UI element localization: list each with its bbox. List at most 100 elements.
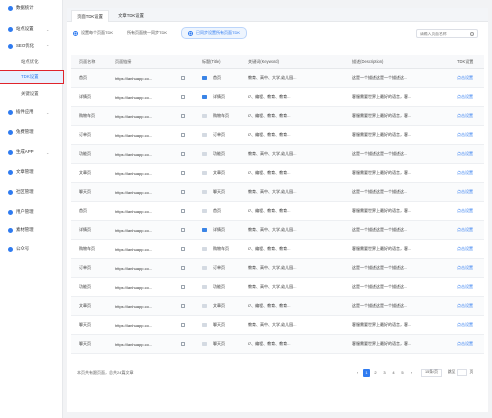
tdk-settings-link[interactable]: 点击设置 (457, 145, 483, 163)
image-icon (202, 113, 207, 119)
tdk-settings-link[interactable]: 点击设置 (457, 278, 483, 296)
sidebar-item-seo[interactable]: SEO优化 ⌃ (0, 40, 63, 52)
cell-title: 购物车页 (202, 107, 242, 125)
tdk-settings-link[interactable]: 点击设置 (457, 240, 483, 258)
cell-title-text: 功能页 (213, 284, 225, 289)
copy-icon (181, 342, 185, 346)
sidebar-item-keyword-settings[interactable]: 关键设置 (0, 88, 63, 100)
tdk-settings-link[interactable]: 点击设置 (457, 69, 483, 87)
table-row: 聊天页 https://lanhuapp.co... 聊天页 教育、高中、大学,幼儿园… (71, 183, 484, 202)
sidebar-item-users[interactable]: 用户管理 (0, 206, 63, 218)
page-button-5[interactable]: 5 (399, 369, 406, 377)
copy-link-button[interactable] (181, 297, 189, 315)
sidebar-item-articles[interactable]: 文章管理 (0, 166, 63, 178)
copy-link-button[interactable] (181, 107, 189, 125)
sidebar-item-community[interactable]: 社区管理 (0, 186, 63, 198)
sidebar-item-site-optimize[interactable]: 站点优化 (0, 56, 63, 68)
copy-icon (181, 323, 185, 327)
option-per-page[interactable]: 设置每个页面TDK (73, 30, 113, 36)
cell-keywords: l7、编程、教育、教育... (248, 132, 291, 137)
tdk-settings-link[interactable]: 点击设置 (457, 202, 483, 220)
tdk-settings-link[interactable]: 点击设置 (457, 107, 483, 125)
cell-description: 这是一个描述这是一个描述这... (352, 189, 408, 194)
tdk-settings-link[interactable]: 点击设置 (457, 297, 483, 315)
cell-description: 客服需要世界上最好的语言，客... (352, 208, 412, 213)
page-button-4[interactable]: 4 (390, 369, 397, 377)
sidebar-item-label: SEO优化 (16, 43, 35, 48)
sidebar-item-materials[interactable]: 素材管理 (0, 224, 63, 236)
cell-title-text: 聊天页 (213, 189, 225, 194)
copy-icon (181, 76, 185, 80)
cell-page-link[interactable]: https://lanhuapp.co... (115, 335, 177, 353)
option-synced-all[interactable]: 已同步设置所有页面TDK (181, 27, 247, 39)
page-size-select[interactable]: 15条/页 (421, 368, 442, 377)
app-icon (8, 149, 13, 155)
cell-page-link[interactable]: https://lanhuapp.co... (115, 183, 177, 201)
sidebar-item-label: 关键设置 (21, 91, 39, 96)
cell-keywords: l7、编程、教育、教育... (248, 208, 291, 213)
cell-description: 这是一个描述这是一个描述这... (352, 303, 408, 308)
sidebar-item-official-account[interactable]: 公众号 (0, 243, 63, 255)
cell-page-link[interactable]: https://lanhuapp.co... (115, 88, 177, 106)
page-button-2[interactable]: 2 (372, 369, 379, 377)
sidebar-item-site-settings[interactable]: 站点设置 ⌄ (0, 23, 63, 35)
cell-title-text: 购物车页 (213, 113, 229, 118)
copy-link-button[interactable] (181, 335, 189, 353)
tdk-settings-link[interactable]: 点击设置 (457, 316, 483, 334)
search-icon[interactable] (470, 31, 474, 36)
tdk-settings-link[interactable]: 点击设置 (457, 126, 483, 144)
cell-page-link[interactable]: https://lanhuapp.co... (115, 221, 177, 239)
copy-icon (181, 190, 185, 194)
copy-link-button[interactable] (181, 240, 189, 258)
cell-page-link[interactable]: https://lanhuapp.co... (115, 126, 177, 144)
tdk-settings-link[interactable]: 点击设置 (457, 259, 483, 277)
sidebar-item-tdk-settings[interactable]: TDK设置 (0, 70, 64, 84)
copy-link-button[interactable] (181, 202, 189, 220)
cell-page-link[interactable]: https://lanhuapp.co... (115, 107, 177, 125)
tdk-settings-link[interactable]: 点击设置 (457, 183, 483, 201)
page-button-1[interactable]: 1 (363, 368, 370, 377)
copy-link-button[interactable] (181, 183, 189, 201)
cell-page-link[interactable]: https://lanhuapp.co... (115, 316, 177, 334)
search-input[interactable] (417, 30, 469, 37)
copy-link-button[interactable] (181, 278, 189, 296)
copy-link-button[interactable] (181, 88, 189, 106)
cell-keywords: l7、编程、教育、教育... (248, 246, 291, 251)
sidebar-item-free-manage[interactable]: 兔费管理 (0, 126, 63, 138)
copy-link-button[interactable] (181, 126, 189, 144)
tab-page-tdk[interactable]: 页面TDK设置 (71, 10, 109, 22)
copy-link-button[interactable] (181, 316, 189, 334)
copy-link-button[interactable] (181, 145, 189, 163)
prev-page-button[interactable]: ‹ (354, 369, 361, 377)
sidebar-item-generate-app[interactable]: 生成APP ⌄ (0, 146, 63, 158)
cell-page-link[interactable]: https://lanhuapp.co... (115, 297, 177, 315)
cell-page-link[interactable]: https://lanhuapp.co... (115, 69, 177, 87)
sidebar-item-plugins[interactable]: 插件应用 ⌄ (0, 106, 63, 118)
cell-page-link[interactable]: https://lanhuapp.co... (115, 164, 177, 182)
option-sync-all[interactable]: 所有页面统一同步TDK (127, 30, 167, 36)
sidebar-item-stats[interactable]: 数据统计 (0, 2, 63, 14)
cell-page-link[interactable]: https://lanhuapp.co... (115, 202, 177, 220)
cell-page-name: 文章页 (79, 303, 91, 308)
cell-page-link[interactable]: https://lanhuapp.co... (115, 278, 177, 296)
copy-link-button[interactable] (181, 259, 189, 277)
copy-link-button[interactable] (181, 221, 189, 239)
tdk-settings-link[interactable]: 点击设置 (457, 164, 483, 182)
radio-icon (73, 30, 78, 36)
page-jump-input[interactable] (457, 369, 468, 376)
copy-link-button[interactable] (181, 164, 189, 182)
cell-page-name: 订单页 (79, 265, 91, 270)
sidebar-item-label: 兔费管理 (16, 129, 34, 134)
page-button-3[interactable]: 3 (381, 369, 388, 377)
tab-article-tdk[interactable]: 文章TDK设置 (111, 10, 151, 22)
tdk-settings-link[interactable]: 点击设置 (457, 88, 483, 106)
cell-page-link[interactable]: https://lanhuapp.co... (115, 240, 177, 258)
copy-link-button[interactable] (181, 69, 189, 87)
cell-page-link[interactable]: https://lanhuapp.co... (115, 259, 177, 277)
tdk-settings-link[interactable]: 点击设置 (457, 221, 483, 239)
tdk-settings-link[interactable]: 点击设置 (457, 335, 483, 353)
cell-page-link[interactable]: https://lanhuapp.co... (115, 145, 177, 163)
table-row: 详情页 https://lanhuapp.co... 详情页 l7、编程、教育、教育.… (71, 88, 484, 107)
next-page-button[interactable]: › (408, 369, 415, 377)
manage-icon (8, 129, 13, 135)
